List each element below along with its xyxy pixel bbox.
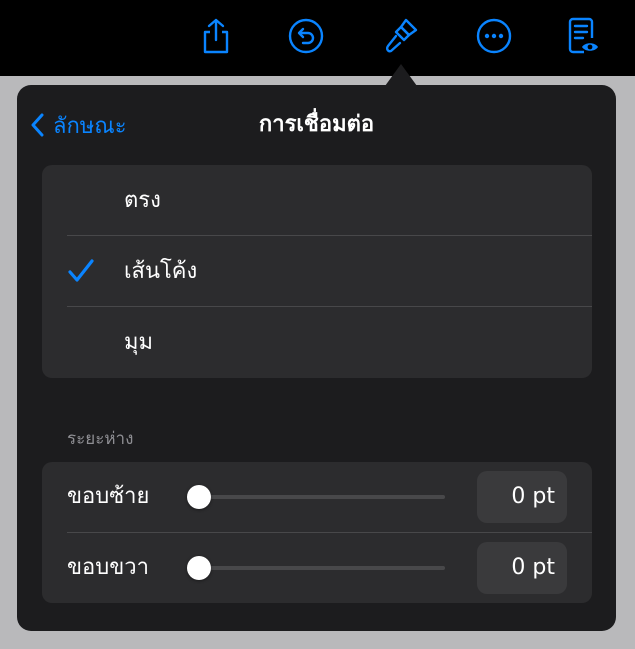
right-inset-value-field[interactable]: 0 pt <box>477 542 567 594</box>
connection-type-list: ตรง เส้นโค้ง มุม <box>42 165 592 378</box>
left-inset-value-field[interactable]: 0 pt <box>477 471 567 523</box>
share-icon[interactable] <box>196 16 236 56</box>
left-inset-label: ขอบซ้าย <box>67 484 150 509</box>
popover-header: ลักษณะ การเชื่อมต่อ <box>17 85 616 165</box>
toolbar <box>0 0 635 76</box>
left-inset-row: ขอบซ้าย 0 pt <box>42 462 592 532</box>
slider-track <box>197 566 445 570</box>
right-inset-label: ขอบขวา <box>67 555 149 580</box>
popover-title: การเชื่อมต่อ <box>258 112 375 137</box>
undo-icon[interactable] <box>286 16 326 56</box>
right-inset-slider[interactable] <box>187 553 445 583</box>
spacing-section-label: ระยะห่าง <box>67 429 134 449</box>
right-inset-row: ขอบขวา 0 pt <box>42 533 592 603</box>
option-corner[interactable]: มุม <box>42 307 592 378</box>
format-brush-icon[interactable] <box>381 16 421 56</box>
more-icon[interactable] <box>474 16 514 56</box>
reader-view-icon[interactable] <box>563 16 603 56</box>
option-straight[interactable]: ตรง <box>42 165 592 236</box>
checkmark-icon <box>68 259 94 282</box>
option-label: ตรง <box>124 188 161 213</box>
popover-arrow <box>385 64 417 86</box>
slider-track <box>197 495 445 499</box>
option-label: เส้นโค้ง <box>124 259 198 284</box>
option-curved[interactable]: เส้นโค้ง <box>42 236 592 307</box>
connection-popover: ลักษณะ การเชื่อมต่อ ตรง เส้นโค้ง มุม ระย… <box>17 85 616 631</box>
left-inset-slider[interactable] <box>187 482 445 512</box>
spacing-card: ขอบซ้าย 0 pt ขอบขวา 0 pt <box>42 462 592 603</box>
option-label: มุม <box>124 330 154 355</box>
slider-thumb[interactable] <box>187 485 211 509</box>
slider-thumb[interactable] <box>187 556 211 580</box>
